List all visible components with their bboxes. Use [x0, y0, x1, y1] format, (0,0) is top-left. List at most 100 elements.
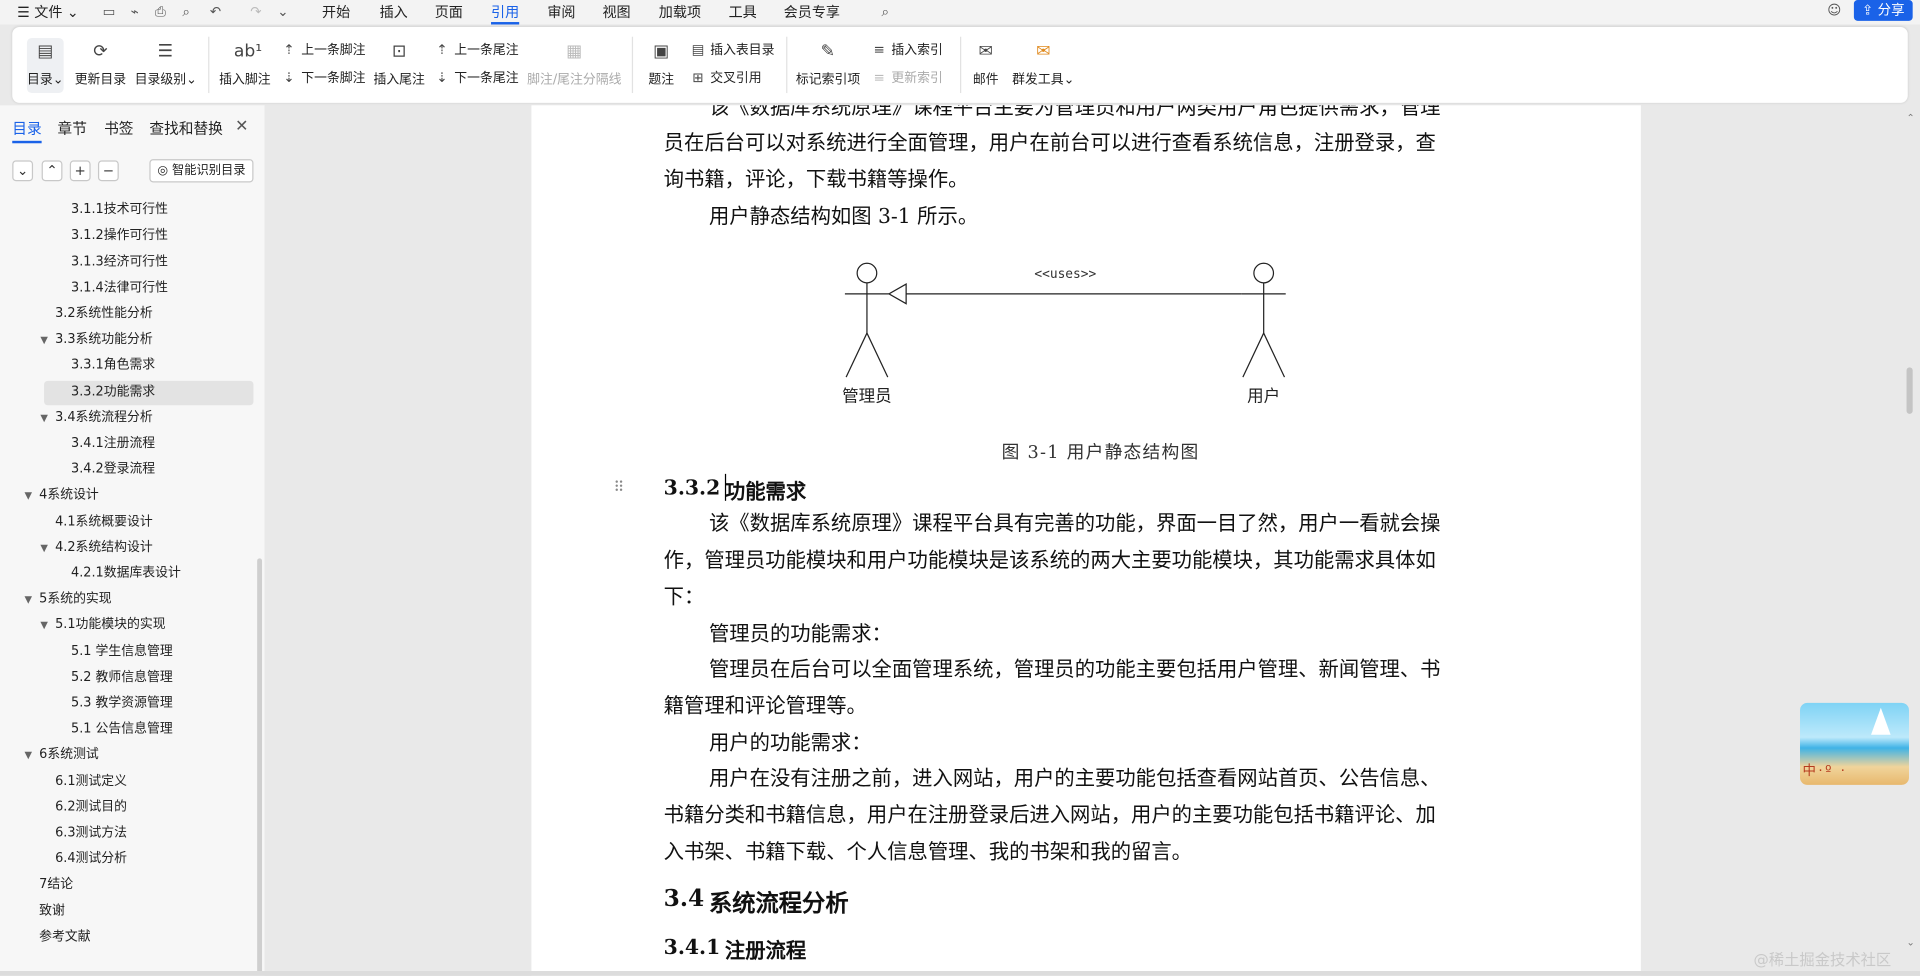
toc-level-button[interactable]: ☰ 目录级别⌄ — [134, 40, 197, 88]
toc-item[interactable]: 6.2测试目的 — [55, 794, 127, 820]
toc-button[interactable]: ▤ 目录⌄ — [26, 37, 64, 94]
save-icon[interactable]: ▭ — [102, 4, 117, 20]
toc-item[interactable]: 3.1.2操作可行性 — [71, 223, 168, 249]
tab-tools[interactable]: 工具 — [729, 2, 757, 22]
next-footnote-button[interactable]: ⇣ 下一条脚注 — [280, 69, 365, 89]
toc-item[interactable]: 6系统测试 — [39, 743, 99, 769]
toc-item[interactable]: 参考文献 — [39, 924, 90, 950]
drag-handle-icon[interactable]: ⠿ — [613, 479, 624, 496]
insert-footnote-label: 插入脚注 — [219, 72, 271, 87]
prev-footnote-button[interactable]: ⇡ 上一条脚注 — [280, 40, 365, 60]
expand-triangle-icon[interactable]: ▼ — [40, 335, 48, 346]
expand-triangle-icon[interactable]: ▼ — [24, 594, 32, 605]
mail-button[interactable]: ✉ 邮件 — [970, 40, 1002, 88]
cross-reference-button[interactable]: ⊞ 交叉引用 — [689, 69, 761, 89]
smart-toc-icon: ◎ — [157, 164, 172, 178]
toc-item[interactable]: 3.4系统流程分析 — [55, 405, 153, 431]
expand-triangle-icon[interactable]: ▼ — [40, 412, 48, 423]
mark-index-button[interactable]: ✎ 标记索引项 — [796, 40, 860, 88]
toc-item[interactable]: 4.2系统结构设计 — [55, 535, 153, 561]
ribbon-toolbar: ▤ 目录⌄ ⟳ 更新目录 ☰ 目录级别⌄ ab¹ 插入脚注 ⇡ 上一条脚注 ⇣ 下一条脚注 … — [12, 26, 1908, 103]
toc-item[interactable]: 6.1测试定义 — [55, 768, 127, 794]
promote-button[interactable]: + — [69, 160, 91, 182]
mark-index-label: 标记索引项 — [795, 72, 861, 87]
toc-item[interactable]: 7结论 — [39, 872, 73, 898]
tab-view[interactable]: 视图 — [602, 2, 630, 22]
more-icon[interactable]: ⌄ — [276, 4, 291, 20]
smart-toc-button[interactable]: ◎ 智能识别目录 — [149, 159, 254, 183]
tab-page[interactable]: 页面 — [435, 2, 463, 22]
tab-find-replace[interactable]: 查找和替换 — [149, 118, 222, 140]
tab-review[interactable]: 审阅 — [547, 2, 575, 22]
link-icon[interactable]: ⌁ — [127, 4, 142, 20]
next-endnote-button[interactable]: ⇣ 下一条尾注 — [433, 69, 518, 89]
expand-triangle-icon[interactable]: ▼ — [24, 750, 32, 761]
undo-icon[interactable]: ↶ — [208, 4, 223, 20]
print-icon[interactable]: ⎙ — [153, 4, 168, 20]
share-button[interactable]: ⇪ 分享 — [1853, 0, 1913, 21]
toc-item[interactable]: 3.3.2功能需求 — [71, 379, 155, 405]
scroll-down-icon[interactable]: ⌄ — [1907, 937, 1915, 948]
tab-toc[interactable]: 目录 — [12, 118, 42, 144]
toc-level-label: 目录级别⌄ — [134, 72, 197, 87]
insert-footnote-button[interactable]: ab¹ 插入脚注 — [218, 40, 272, 88]
collapse-all-button[interactable]: ⌄ — [12, 160, 34, 182]
expand-triangle-icon[interactable]: ▼ — [24, 490, 32, 501]
expand-triangle-icon[interactable]: ▼ — [40, 620, 48, 631]
toc-item[interactable]: 4系统设计 — [39, 483, 99, 509]
update-toc-button[interactable]: ⟳ 更新目录 — [73, 40, 127, 88]
toc-item[interactable]: 3.2系统性能分析 — [55, 301, 153, 327]
group-send-tools-button[interactable]: ✉ 群发工具⌄ — [1011, 40, 1075, 88]
toc-item[interactable]: 3.1.1技术可行性 — [71, 197, 168, 223]
toc-item[interactable]: 4.2.1数据库表设计 — [71, 561, 181, 587]
toc-item[interactable]: 3.4.1注册流程 — [71, 431, 155, 457]
tab-member[interactable]: 会员专享 — [784, 2, 840, 22]
insert-figure-toc-button[interactable]: ▤ 插入表目录 — [689, 40, 775, 60]
update-index-button[interactable]: ≡ 更新索引 — [871, 69, 943, 89]
assistant-icon[interactable]: ☺ — [1827, 3, 1842, 19]
file-menu[interactable]: ☰ 文件 ⌄ — [17, 2, 79, 22]
redo-icon[interactable]: ↷ — [249, 4, 264, 20]
toc-item[interactable]: 5.1功能模块的实现 — [55, 613, 165, 639]
tab-bookmarks[interactable]: 书签 — [104, 118, 133, 140]
toc-item[interactable]: 3.3.1角色需求 — [71, 353, 155, 379]
demote-button[interactable]: − — [97, 160, 119, 182]
toc-item[interactable]: 5.2 教师信息管理 — [71, 665, 173, 691]
mark-index-icon: ✎ — [820, 41, 835, 62]
toc-item[interactable]: 4.1系统概要设计 — [55, 509, 153, 535]
insert-index-button[interactable]: ≡ 插入索引 — [871, 40, 943, 60]
insert-endnote-button[interactable]: ⊡ 插入尾注 — [372, 40, 426, 88]
document-scrollbar[interactable] — [1906, 367, 1913, 414]
toc-item[interactable]: 6.3测试方法 — [55, 820, 127, 846]
preview-icon[interactable]: ⌕ — [179, 4, 194, 20]
tab-addins[interactable]: 加载项 — [659, 2, 701, 22]
expand-triangle-icon[interactable]: ▼ — [40, 542, 48, 553]
scroll-up-icon[interactable]: ⌃ — [1907, 113, 1915, 124]
caption-button[interactable]: ▣ 题注 — [643, 40, 680, 88]
toc-item[interactable]: 3.3系统功能分析 — [55, 327, 153, 353]
tab-insert[interactable]: 插入 — [380, 2, 408, 22]
document-page[interactable]: 该《数据库系统原理》课程平台主要为管理员和用户两类用户角色提供需求，管理 员在后… — [531, 105, 1641, 976]
tab-references[interactable]: 引用 — [491, 2, 520, 25]
close-icon[interactable]: ✕ — [235, 118, 248, 136]
search-icon[interactable]: ⌕ — [878, 4, 893, 20]
toc-item[interactable]: 6.4测试分析 — [55, 846, 127, 872]
expand-up-button[interactable]: ⌃ — [41, 160, 63, 182]
prev-footnote-icon: ⇡ — [283, 41, 295, 58]
toc-item[interactable]: 5.1 学生信息管理 — [71, 639, 173, 665]
prev-endnote-button[interactable]: ⇡ 上一条尾注 — [433, 40, 518, 60]
caption-label: 题注 — [648, 72, 675, 87]
pane-scrollbar[interactable] — [257, 558, 263, 975]
tab-chapters[interactable]: 章节 — [58, 118, 87, 140]
toc-item[interactable]: 5.3 教学资源管理 — [71, 691, 173, 717]
beach-widget[interactable]: 中·º · — [1800, 702, 1909, 785]
toc-item[interactable]: 3.4.2登录流程 — [71, 457, 155, 483]
toc-item[interactable]: 3.1.3经济可行性 — [71, 249, 168, 275]
toc-item[interactable]: 致谢 — [39, 898, 65, 924]
footnote-separator-button[interactable]: ▦ 脚注/尾注分隔线 — [527, 40, 623, 88]
toc-item[interactable]: 3.1.4法律可行性 — [71, 275, 168, 301]
tab-start[interactable]: 开始 — [322, 2, 350, 22]
update-toc-icon: ⟳ — [93, 41, 108, 62]
toc-item[interactable]: 5.1 公告信息管理 — [71, 717, 173, 743]
toc-item[interactable]: 5系统的实现 — [39, 587, 111, 613]
